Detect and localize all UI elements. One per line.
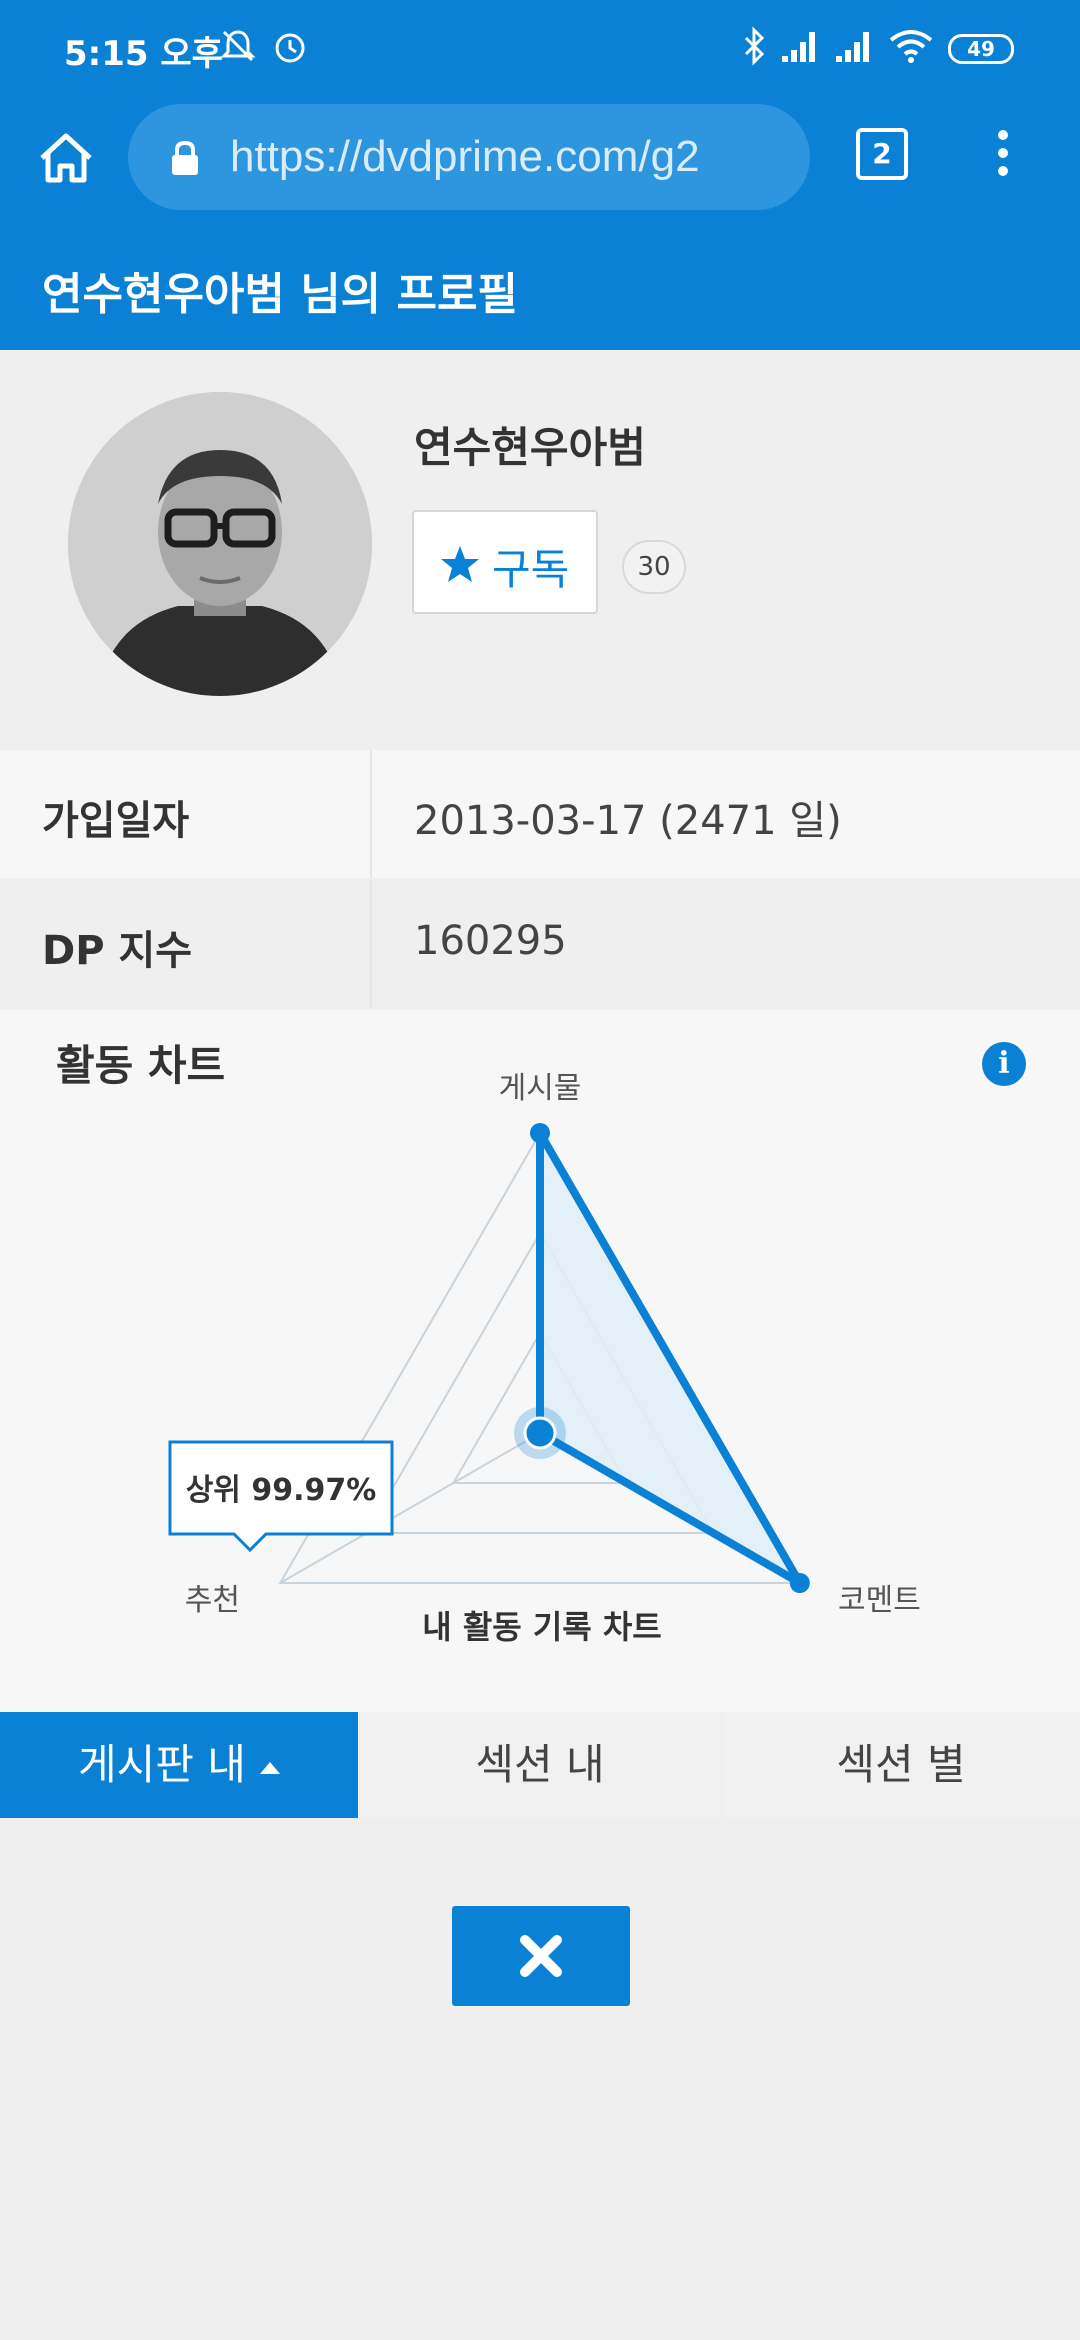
home-icon[interactable] [36, 128, 96, 188]
dp-index-value: 160295 [414, 918, 567, 964]
tab-switcher-button[interactable]: 2 [856, 128, 908, 180]
tab-board[interactable]: 게시판 내 [0, 1712, 358, 1818]
radar-point [530, 1123, 550, 1143]
tab-section-label: 섹션 내 [475, 1740, 605, 1789]
join-date-label: 가입일자 [42, 798, 190, 844]
board-tabs: 게시판 내 섹션 내 섹션 별 [0, 1712, 1080, 1820]
activity-chart-section: 활동 차트 i 게시물 코멘트 추천 내 활동 기록 차트 상위 99.97% [0, 1010, 1080, 1712]
tab-by-section[interactable]: 섹션 별 [722, 1712, 1080, 1818]
radar-point [523, 1416, 557, 1450]
radar-axis-label: 추천 [185, 1583, 240, 1618]
radar-axis-label: 코멘트 [838, 1583, 921, 1618]
url-text[interactable]: https://dvdprime.com/g2 [230, 132, 800, 182]
status-bar: 5:15 오후 49 [0, 0, 1080, 100]
lock-icon [170, 140, 200, 176]
dp-index-row: DP 지수 160295 [0, 880, 1080, 1008]
chart-tooltip-text: 상위 99.97% [186, 1473, 377, 1508]
browser-toolbar: https://dvdprime.com/g2 2 [0, 100, 1080, 214]
join-date-row: 가입일자 2013-03-17 (2471 일) [0, 750, 1080, 878]
star-icon [440, 544, 480, 584]
subscriber-count-badge: 30 [622, 540, 686, 594]
status-time: 5:15 오후 [64, 34, 223, 74]
close-button[interactable] [452, 1906, 630, 2006]
radar-chart: 게시물코멘트 추천내 활동 기록 차트 상위 99.97% [168, 1071, 921, 1646]
wifi-icon [888, 26, 934, 74]
signal-icon [834, 26, 876, 74]
dp-index-label-cell: DP 지수 [0, 880, 372, 1008]
chart-title: 내 활동 기록 차트 [422, 1608, 662, 1646]
mute-icon [218, 26, 258, 74]
page-title: 연수현우아범 님의 프로필 [42, 269, 518, 320]
signal-icon [780, 26, 822, 74]
battery-icon: 49 [948, 34, 1014, 64]
subscribe-button[interactable]: 구독 [412, 510, 598, 614]
profile-username: 연수현우아범 [414, 423, 646, 472]
subscribe-label: 구독 [492, 545, 570, 594]
join-date-label-cell: 가입일자 [0, 750, 372, 878]
tab-board-label: 게시판 내 [78, 1740, 246, 1789]
join-date-value: 2013-03-17 (2471 일) [414, 798, 842, 844]
radar-series-area [536, 1129, 804, 1587]
caret-up-icon [259, 1761, 280, 1774]
tab-section[interactable]: 섹션 내 [361, 1712, 719, 1818]
radar-axis-label: 게시물 [499, 1071, 582, 1106]
avatar [68, 392, 372, 696]
dp-index-label: DP 지수 [42, 928, 193, 974]
bluetooth-icon [740, 26, 770, 74]
close-icon [520, 1935, 562, 1977]
profile-section: 연수현우아범 구독 30 [0, 350, 1080, 750]
tab-by-section-label: 섹션 별 [836, 1740, 966, 1789]
more-menu-icon[interactable] [988, 124, 1018, 184]
page-header: 연수현우아범 님의 프로필 [0, 214, 1080, 350]
url-bar[interactable]: https://dvdprime.com/g2 [128, 104, 810, 210]
radar-point [789, 1573, 810, 1593]
alarm-icon [270, 26, 310, 74]
